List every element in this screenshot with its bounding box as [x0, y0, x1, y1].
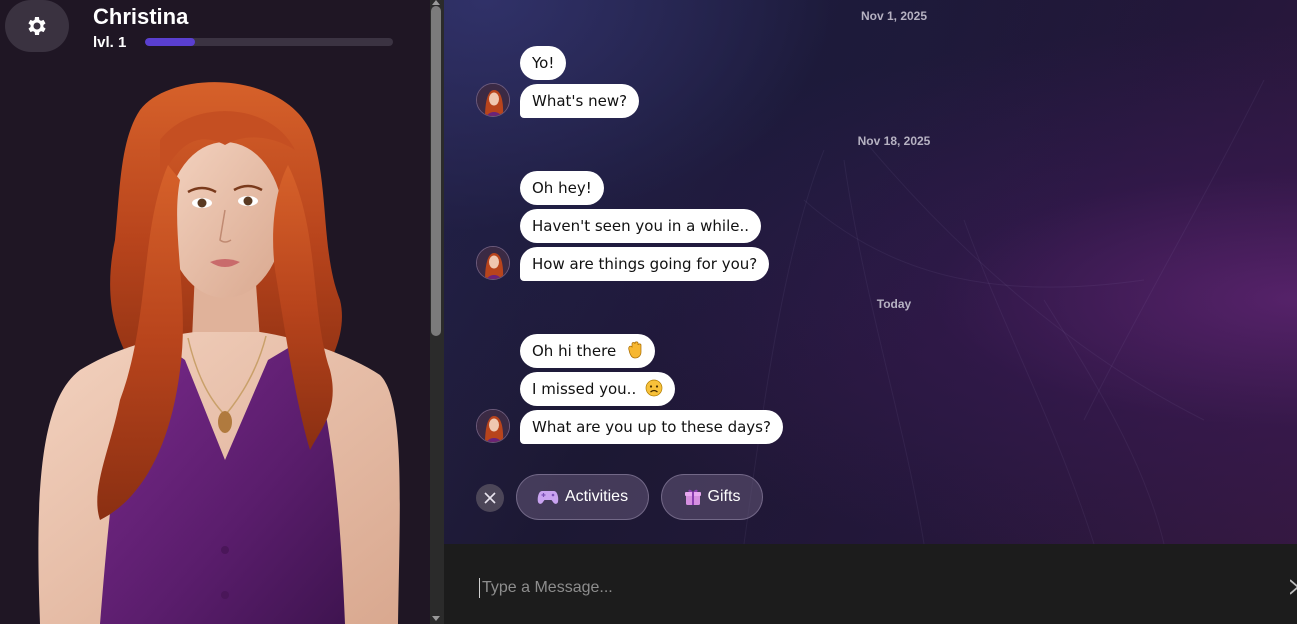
date-separator: Nov 18, 2025 [857, 134, 931, 148]
message-bubble: What's new? [520, 84, 640, 118]
character-name: Christina [93, 4, 189, 29]
close-actions-button[interactable] [476, 484, 504, 512]
message-composer [444, 544, 1297, 624]
scroll-up-arrow-icon[interactable] [432, 0, 440, 5]
close-icon [484, 492, 496, 504]
gear-icon [28, 17, 46, 35]
character-portrait [38, 82, 400, 624]
panel-scrollbar-thumb[interactable] [431, 6, 441, 336]
avatar[interactable] [476, 246, 510, 280]
waving-hand-icon [628, 341, 642, 359]
avatar[interactable] [476, 409, 510, 443]
activities-button[interactable]: Activities [516, 474, 649, 520]
message-bubble: Oh hey! [520, 171, 604, 205]
send-icon[interactable] [1290, 578, 1297, 596]
avatar[interactable] [476, 83, 510, 117]
level-label: lvl. 1 [93, 34, 127, 51]
message-bubble: Yo! [520, 46, 567, 80]
gifts-button[interactable]: Gifts [661, 474, 763, 520]
message-bubble: How are things going for you? [520, 247, 770, 281]
settings-button[interactable] [5, 0, 69, 52]
message-bubble: Oh hi there [520, 334, 655, 368]
gifts-label: Gifts [707, 488, 741, 505]
activities-label: Activities [564, 488, 629, 505]
scroll-down-arrow-icon[interactable] [432, 616, 440, 621]
gamepad-icon [537, 491, 559, 504]
message-bubble: I missed you.. [520, 372, 675, 406]
xp-progress-fill [145, 38, 195, 46]
character-panel: Christina lvl. 1 [0, 0, 430, 624]
message-text: Oh hi there [532, 342, 617, 360]
message-bubble: What are you up to these days? [520, 410, 783, 444]
date-separator: Today [876, 297, 912, 311]
date-separator: Nov 1, 2025 [860, 9, 928, 23]
sad-face-icon [645, 379, 663, 397]
message-bubble: Haven't seen you in a while.. [520, 209, 762, 243]
message-text: I missed you.. [532, 380, 637, 398]
xp-progress-bar [145, 38, 393, 46]
text-caret [479, 578, 480, 598]
gift-icon [684, 489, 701, 505]
message-input[interactable] [480, 572, 1274, 604]
